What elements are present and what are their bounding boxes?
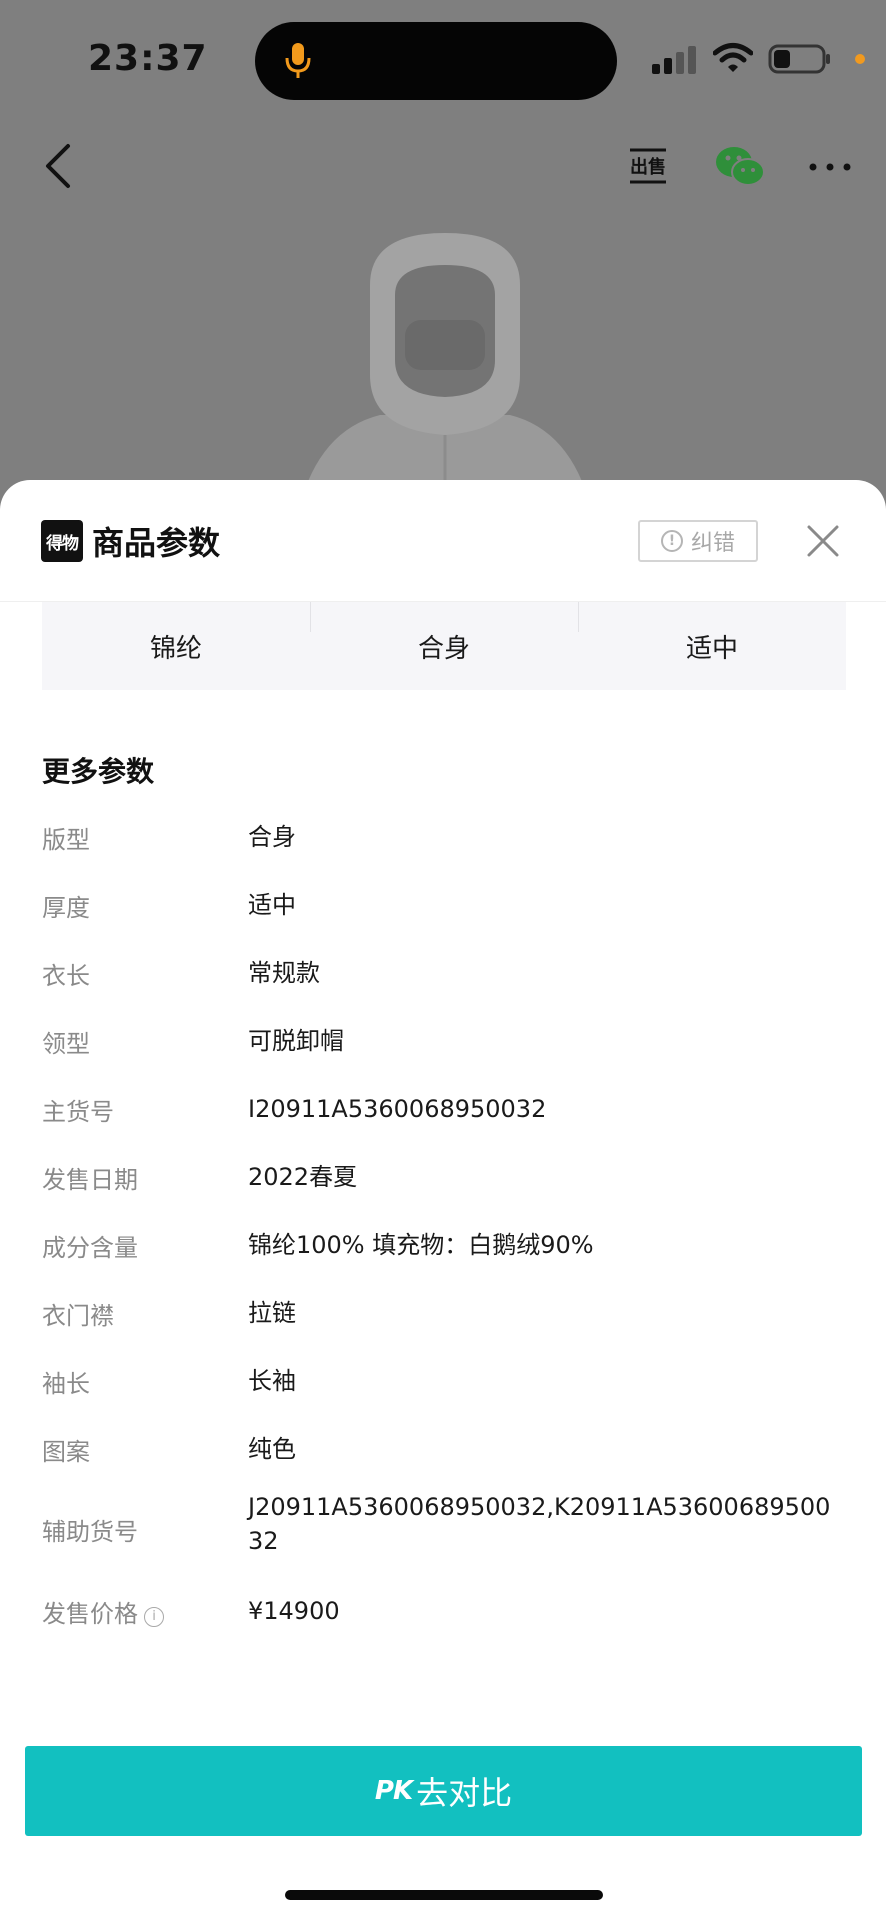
param-value: 纯色 xyxy=(248,1435,296,1463)
param-label: 辅助货号 xyxy=(42,1518,138,1546)
more-params-title: 更多参数 xyxy=(42,755,155,788)
summary-fit: 合身 xyxy=(310,602,578,690)
param-label: 衣门襟 xyxy=(42,1302,114,1330)
info-icon[interactable]: i xyxy=(144,1607,164,1627)
param-value: 合身 xyxy=(248,823,296,851)
param-label: 主货号 xyxy=(42,1098,114,1126)
param-value: 拉链 xyxy=(248,1299,296,1327)
sheet-title: 商品参数 xyxy=(92,524,221,562)
product-params-sheet: 得物 商品参数 ! 纠错 锦纶 合身 适中 更多参数 版型 合身 厚度 适中 衣… xyxy=(0,480,886,1920)
pk-mark: PK xyxy=(374,1776,413,1806)
summary-row: 锦纶 合身 适中 xyxy=(42,602,846,690)
param-value: 适中 xyxy=(248,891,296,919)
param-label: 版型 xyxy=(42,826,90,854)
cellular-signal-icon xyxy=(652,46,696,74)
param-value: J20911A5360068950032,K20911A536006895003… xyxy=(248,1493,831,1555)
privacy-indicator-dot xyxy=(855,54,865,64)
param-label: 衣长 xyxy=(42,962,90,990)
param-value: 2022春夏 xyxy=(248,1163,358,1191)
param-value: ¥14900 xyxy=(248,1597,340,1625)
param-label: 发售价格 i xyxy=(42,1594,164,1629)
param-value: I20911A5360068950032 xyxy=(248,1095,547,1123)
param-label: 领型 xyxy=(42,1030,90,1058)
home-indicator xyxy=(285,1890,603,1900)
param-label: 图案 xyxy=(42,1438,90,1466)
microphone-icon xyxy=(285,43,311,78)
sheet-header: 得物 商品参数 ! 纠错 xyxy=(0,480,886,602)
param-value: 锦纶100% 填充物：白鹅绒90% xyxy=(248,1231,594,1259)
report-error-button[interactable]: ! 纠错 xyxy=(638,520,758,562)
brand-logo: 得物 xyxy=(41,520,83,562)
status-time: 23:37 xyxy=(88,38,208,79)
chevron-left-icon[interactable] xyxy=(40,140,76,192)
summary-material: 锦纶 xyxy=(149,633,202,664)
summary-thickness: 适中 xyxy=(578,602,846,690)
wifi-icon xyxy=(713,43,753,72)
dynamic-island xyxy=(255,22,617,100)
param-label: 成分含量 xyxy=(42,1234,138,1262)
close-icon[interactable] xyxy=(806,524,840,558)
param-value: 长袖 xyxy=(248,1367,296,1395)
more-dots-icon[interactable] xyxy=(808,160,852,174)
report-error-label: 纠错 xyxy=(690,531,735,556)
param-label: 发售日期 xyxy=(42,1166,138,1194)
param-label: 袖长 xyxy=(42,1370,90,1398)
sell-icon[interactable]: 出售 xyxy=(624,142,672,190)
pk-compare-label: 去对比 xyxy=(416,1774,513,1812)
param-value: 常规款 xyxy=(248,959,320,987)
param-label: 厚度 xyxy=(42,894,90,922)
battery-icon xyxy=(768,44,830,74)
pk-compare-button[interactable]: PK 去对比 xyxy=(25,1746,862,1836)
exclamation-icon: ! xyxy=(660,530,683,552)
price-label-text: 发售价格 xyxy=(42,1600,138,1628)
wechat-icon[interactable] xyxy=(714,144,766,190)
param-value: 可脱卸帽 xyxy=(248,1027,344,1055)
svg-text:出售: 出售 xyxy=(630,156,666,178)
background-page: 23:37 出售 xyxy=(0,0,886,565)
